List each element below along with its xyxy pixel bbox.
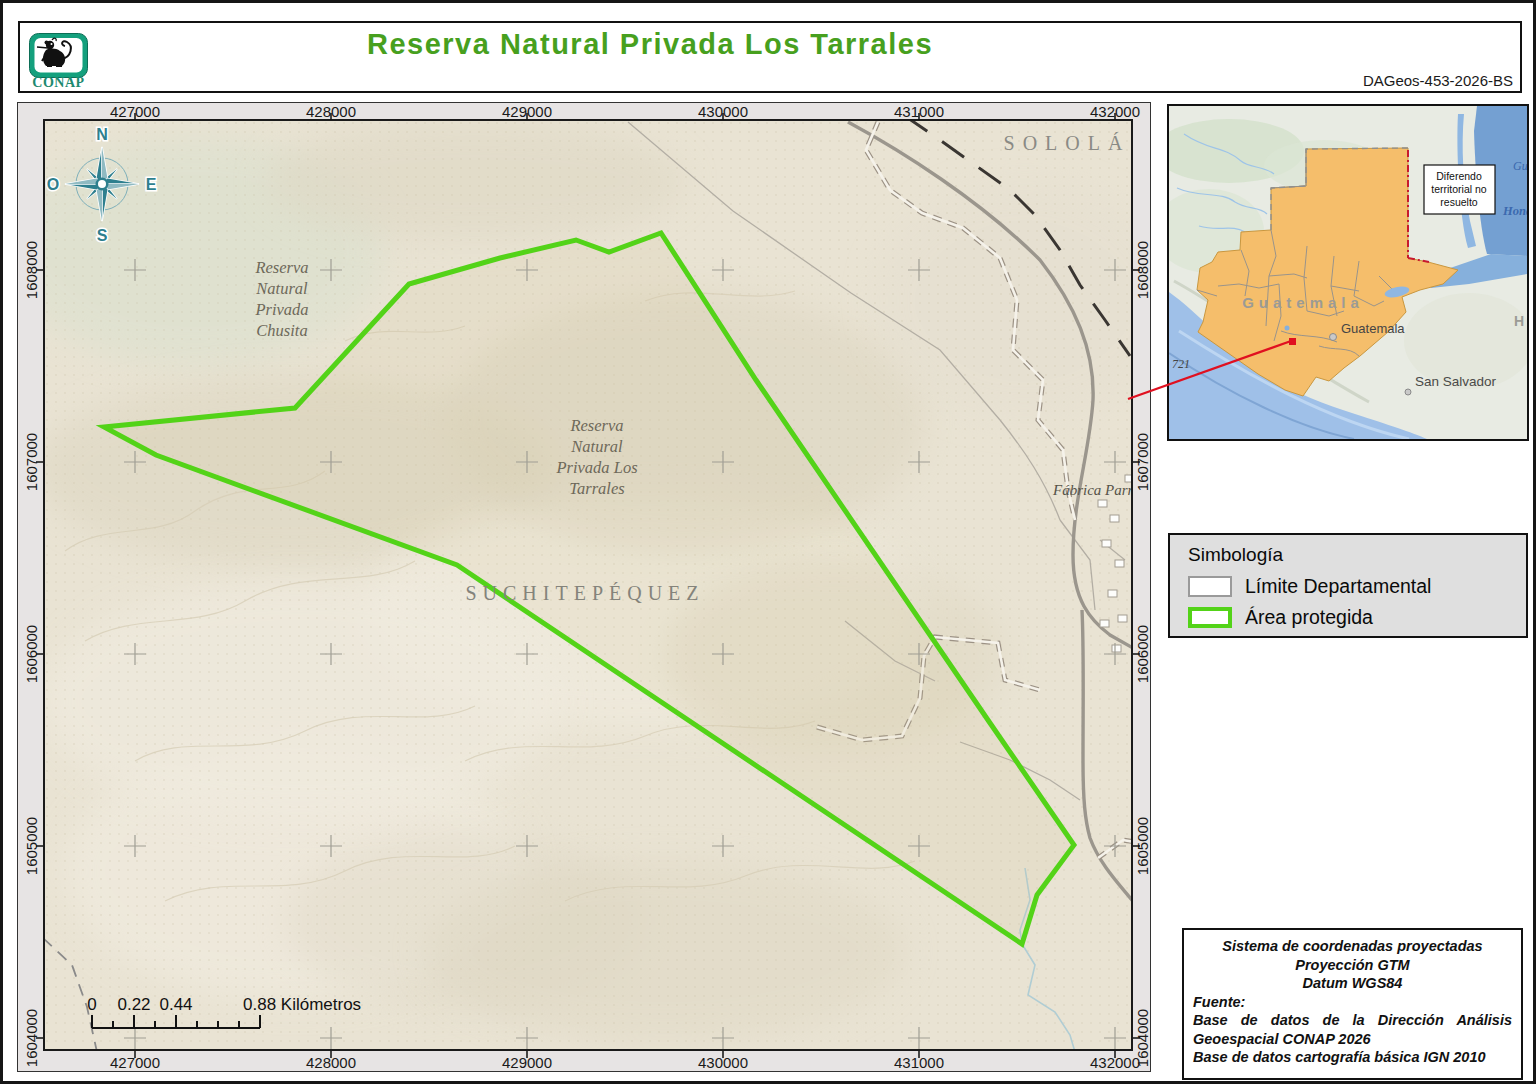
legend-item-limite: Límite Departamental <box>1188 575 1526 598</box>
inset-blue-label2: Hond <box>1502 204 1527 218</box>
tarrales-line: Reserva <box>569 416 623 435</box>
source-line: Datum WGS84 <box>1193 974 1512 993</box>
legend-title: Simbología <box>1188 544 1526 566</box>
source-line: Proyección GTM <box>1193 956 1512 975</box>
x-tick-label: 431000 <box>894 103 944 120</box>
source-line: Base de datos de la Dirección Análisis G… <box>1193 1011 1512 1048</box>
y-tick-label: 1608000 <box>23 241 40 299</box>
x-tick-label: 429000 <box>502 103 552 120</box>
suchitepequez-label: SUCHITEPÉQUEZ <box>465 582 704 604</box>
x-tick-label: 428000 <box>306 103 356 120</box>
chusita-line: Reserva <box>254 258 308 277</box>
inset-country-label: Guatemala <box>1242 294 1364 311</box>
compass-o: O <box>47 176 59 193</box>
x-tick-label: 427000 <box>110 103 160 120</box>
x-tick-label: 431000 <box>894 1054 944 1071</box>
compass-s: S <box>97 227 108 244</box>
inset-city2-label: San Salvador <box>1415 374 1497 389</box>
x-tick-label: 430000 <box>698 1054 748 1071</box>
inset-city2-dot <box>1405 389 1411 395</box>
fabrica-label: Fábrica Parr <box>1052 482 1131 498</box>
x-tick-label: 429000 <box>502 1054 552 1071</box>
inset-note-line: Diferendo <box>1436 170 1482 182</box>
x-tick-label: 427000 <box>110 1054 160 1071</box>
conap-logo-label: CONAP <box>26 75 91 91</box>
inset-blue-label1: Gu <box>1513 159 1527 173</box>
tarrales-line: Natural <box>570 437 623 456</box>
legend-item-area: Área protegida <box>1188 606 1526 629</box>
inset-city-label: Guatemala <box>1341 321 1405 336</box>
y-tick-label: 1607000 <box>23 433 40 491</box>
main-map: SOLOLÁ SUCHITEPÉQUEZ Reserva Natural Pri… <box>43 119 1133 1051</box>
chusita-line: Natural <box>255 279 308 298</box>
map-document-page: Reserva Natural Privada Los Tarrales DAG… <box>0 0 1536 1089</box>
scale-label: 0.88 Kilómetros <box>243 995 361 1014</box>
compass-n: N <box>96 126 108 143</box>
y-tick-label: 1604000 <box>1134 1009 1151 1067</box>
area-protegida-swatch <box>1188 607 1232 628</box>
source-fuente: Fuente: <box>1193 993 1512 1012</box>
conap-monkey-icon <box>29 33 88 78</box>
inset-map: Diferendo territorial no resuelto Guatem… <box>1167 104 1529 441</box>
inset-location-marker <box>1289 338 1296 345</box>
x-tick-label: 428000 <box>306 1054 356 1071</box>
legend-item-label: Área protegida <box>1245 606 1373 629</box>
source-info-box: Sistema de coordenadas proyectadas Proye… <box>1182 928 1523 1080</box>
scale-label: 0 <box>87 995 96 1014</box>
inset-city-dot <box>1330 334 1337 341</box>
y-tick-label: 1604000 <box>23 1009 40 1067</box>
doc-code: DAGeos-453-2026-BS <box>1363 72 1513 89</box>
solola-label: SOLOLÁ <box>1004 132 1131 154</box>
chusita-line: Chusita <box>256 321 307 340</box>
compass-e: E <box>146 176 157 193</box>
tarrales-line: Tarrales <box>569 479 624 498</box>
inset-num-label: 721 <box>1172 357 1190 371</box>
x-tick-label: 432000 <box>1090 103 1140 120</box>
header-box: Reserva Natural Privada Los Tarrales DAG… <box>18 21 1522 93</box>
legend: Simbología Límite Departamental Área pro… <box>1168 533 1528 638</box>
tarrales-line: Privada Los <box>555 458 637 477</box>
y-tick-label: 1606000 <box>1134 625 1151 683</box>
page-title: Reserva Natural Privada Los Tarrales <box>92 28 1208 61</box>
inset-gray-label: H o <box>1514 313 1527 329</box>
chusita-line: Privada <box>254 300 308 319</box>
inset-map-canvas: Diferendo territorial no resuelto Guatem… <box>1169 106 1527 439</box>
y-tick-label: 1606000 <box>23 625 40 683</box>
legend-item-label: Límite Departamental <box>1245 575 1431 598</box>
main-map-canvas: SOLOLÁ SUCHITEPÉQUEZ Reserva Natural Pri… <box>45 121 1131 1049</box>
limite-departamental-swatch <box>1188 576 1232 597</box>
source-line: Sistema de coordenadas proyectadas <box>1193 937 1512 956</box>
scale-label: 0.22 <box>117 995 150 1014</box>
scale-label: 0.44 <box>159 995 192 1014</box>
y-tick-label: 1607000 <box>1134 433 1151 491</box>
y-tick-label: 1605000 <box>1134 817 1151 875</box>
x-tick-label: 430000 <box>698 103 748 120</box>
y-tick-label: 1605000 <box>23 817 40 875</box>
y-tick-label: 1608000 <box>1134 241 1151 299</box>
source-line: Base de datos cartografía básica IGN 201… <box>1193 1048 1512 1067</box>
inset-note-line: resuelto <box>1440 196 1478 208</box>
inset-note-line: territorial no <box>1431 183 1487 195</box>
